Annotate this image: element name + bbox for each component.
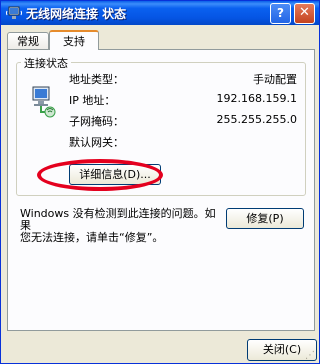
connection-status-group: 连接状态 地址类型： 手动配置 IP 地址： 192.168.159.1 子网掩… [16,55,306,196]
subnet-mask-label: 子网掩码： [69,115,124,128]
ip-address-value: 192.168.159.1 [216,92,297,105]
wireless-network-icon [6,6,22,19]
tab-general[interactable]: 常规 [7,32,49,50]
address-type-label: 地址类型： [69,73,124,86]
title-bar[interactable]: 无线网络连接 状态 ? ✕ [1,1,319,25]
default-gateway-label: 默认网关： [69,136,124,149]
address-type-value: 手动配置 [253,73,297,86]
repair-message-line1: Windows 没有检测到此连接的问题。如果 [20,207,216,232]
help-button[interactable]: ? [270,3,291,24]
group-label: 连接状态 [21,55,71,71]
subnet-mask-value: 255.255.255.0 [216,113,297,126]
repair-button[interactable]: 修复(P) [226,208,304,229]
ip-address-label: IP 地址： [69,94,116,107]
network-connection-icon [32,86,56,118]
resize-grip[interactable]: ⋰ [305,351,317,363]
repair-message-line2: 您无法连接，请单击“修复”。 [20,231,164,244]
tab-support[interactable]: 支持 [49,30,99,50]
tab-panel-support: 连接状态 地址类型： 手动配置 IP 地址： 192.168.159.1 子网掩… [7,49,315,331]
window-title: 无线网络连接 状态 [26,7,127,21]
repair-message: Windows 没有检测到此连接的问题。如果 您无法连接，请单击“修复”。 [20,208,220,244]
status-dialog: 无线网络连接 状态 ? ✕ 常规 支持 连接状态 地址类型： 手动配置 IP 地… [0,0,320,364]
details-button[interactable]: 详细信息(D)... [69,164,161,185]
close-window-button[interactable]: ✕ [294,3,315,24]
